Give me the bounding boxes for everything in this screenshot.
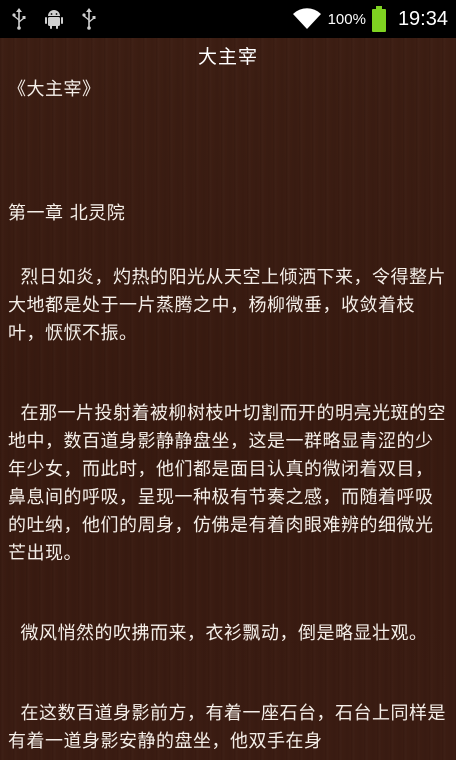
battery-percent: 100%: [327, 10, 366, 28]
android-debug-icon: [44, 8, 64, 30]
paragraph: 在那一片投射着被柳树枝叶切割而开的明亮光斑的空地中，数百道身影静静盘坐，这是一群…: [8, 403, 446, 564]
system-status: 100% 19:34: [292, 6, 448, 32]
reader-page[interactable]: 大主宰 《大主宰》 第一章 北灵院 烈日如炎，灼热的阳光从天空上倾洒下来，令得整…: [0, 38, 456, 760]
paragraph: 烈日如炎，灼热的阳光从天空上倾洒下来，令得整片大地都是处于一片蒸腾之中，杨柳微垂…: [8, 267, 446, 344]
clock: 19:34: [397, 7, 448, 30]
chapter-title: 第一章 北灵院: [8, 203, 126, 224]
battery-full-icon: [371, 6, 386, 32]
book-heading: 《大主宰》: [8, 79, 101, 100]
usb-icon: [82, 8, 96, 30]
wifi-icon: [292, 8, 322, 30]
status-bar: 100% 19:34: [0, 0, 456, 38]
usb-icon: [12, 8, 26, 30]
notification-icons: [12, 8, 96, 30]
paragraph: 在这数百道身影前方，有着一座石台，石台上同样是有着一道身影安静的盘坐，他双手在身: [8, 703, 446, 752]
page-title: 大主宰: [197, 46, 258, 68]
paragraph: 微风悄然的吹拂而来，衣衫飘动，倒是略显壮观。: [8, 623, 428, 644]
reader-content: 《大主宰》 第一章 北灵院 烈日如炎，灼热的阳光从天空上倾洒下来，令得整片大地都…: [8, 76, 448, 756]
